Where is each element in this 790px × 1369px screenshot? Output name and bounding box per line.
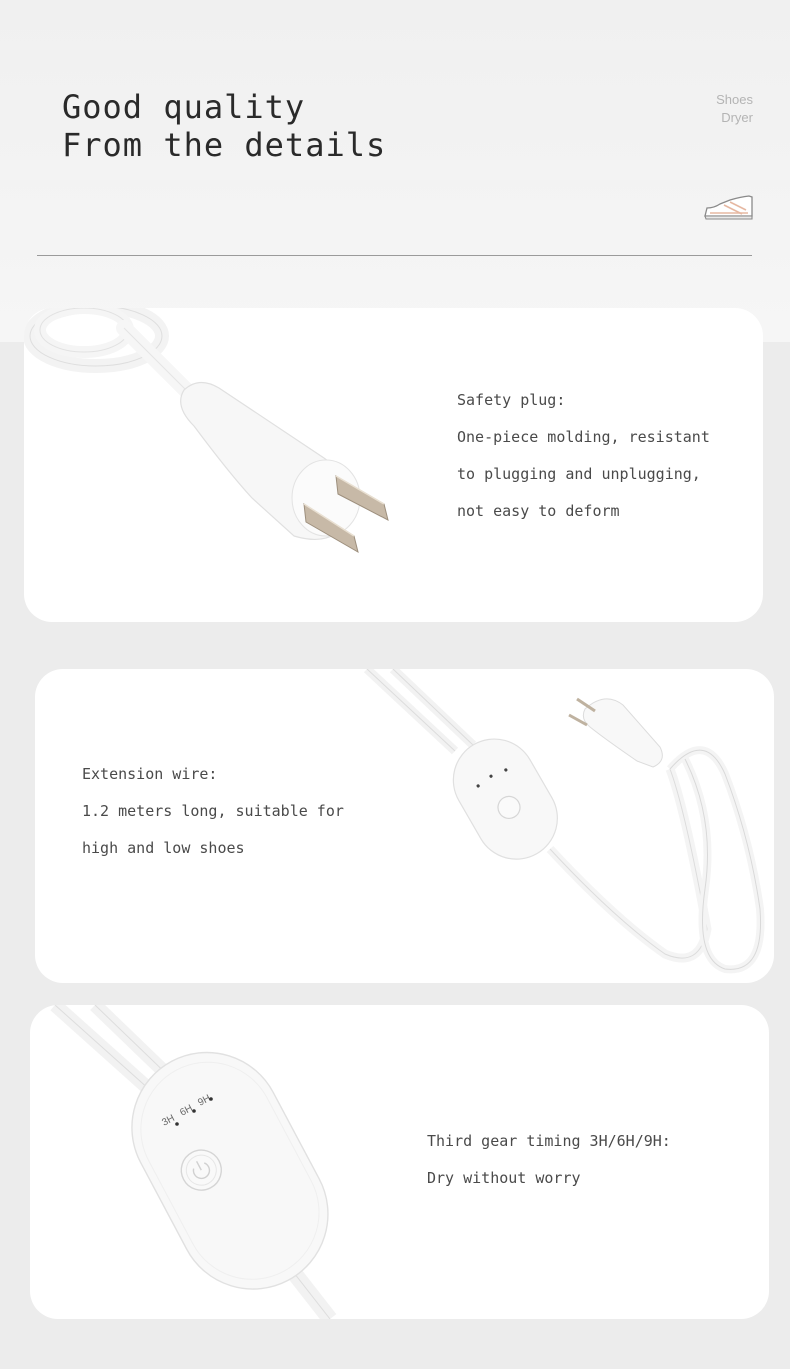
headline-line-1: Good quality (62, 88, 306, 126)
plug-description: Safety plug: One-piece molding, resistan… (457, 382, 710, 530)
feature-card-extension-wire: Extension wire: 1.2 meters long, suitabl… (35, 669, 774, 983)
header-background (0, 0, 790, 342)
brand-label: Shoes Dryer (716, 91, 753, 127)
wire-title: Extension wire: (82, 765, 218, 783)
sneaker-icon (704, 195, 753, 220)
timer-led-3h (175, 1122, 179, 1126)
timer-led-9h (209, 1097, 213, 1101)
feature-card-timer: 3H 6H 9H Third gear timing 3H/6H/9H: Dry… (30, 1005, 769, 1319)
cord-photo (363, 669, 765, 974)
header-divider (37, 255, 752, 256)
plug-title: Safety plug: (457, 391, 566, 409)
feature-card-plug: Safety plug: One-piece molding, resistan… (24, 308, 763, 622)
headline: Good quality From the details (62, 88, 386, 164)
headline-line-2: From the details (62, 126, 387, 164)
wire-description: Extension wire: 1.2 meters long, suitabl… (82, 756, 344, 867)
wire-line-1: 1.2 meters long, suitable for (82, 802, 344, 820)
plug-line-1: One-piece molding, resistant (457, 428, 710, 446)
brand-line-1: Shoes (716, 92, 753, 107)
timer-description: Third gear timing 3H/6H/9H: Dry without … (427, 1123, 671, 1197)
plug-photo (24, 308, 389, 554)
wire-line-2: high and low shoes (82, 839, 245, 857)
timer-title: Third gear timing 3H/6H/9H: (427, 1132, 671, 1150)
brand-line-2: Dryer (721, 110, 753, 125)
timer-led-6h (192, 1109, 196, 1113)
plug-line-2: to plugging and unplugging, (457, 465, 701, 483)
controller-photo: 3H 6H 9H (50, 1005, 337, 1319)
timer-line-1: Dry without worry (427, 1169, 581, 1187)
plug-line-3: not easy to deform (457, 502, 620, 520)
